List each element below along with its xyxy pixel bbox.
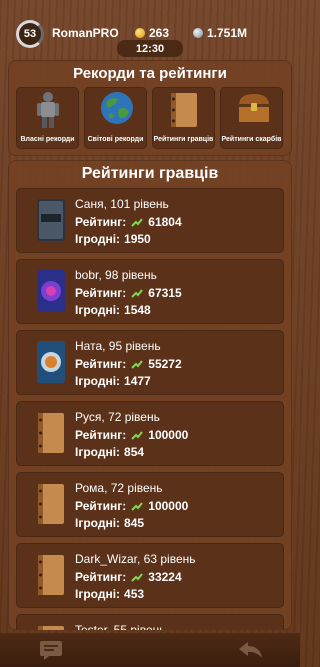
played-value: 453	[124, 587, 145, 601]
tile-label: Рейтинги гравців	[153, 136, 214, 143]
globe-icon	[101, 92, 133, 124]
player-rating-row[interactable]: Рома, 72 рівень Рейтинг: 100000 Ігродні: 845	[16, 472, 284, 537]
player-name-level: Dark_Wizar, 63 рівень	[75, 552, 196, 566]
rating-value: 100000	[148, 499, 189, 513]
trend-up-icon	[131, 218, 144, 227]
played-label: Ігродні:	[75, 374, 121, 388]
tile-treasure-ratings[interactable]: Рейтинги скарбів	[220, 87, 283, 149]
player-name[interactable]: RomanPRO	[52, 26, 119, 40]
rating-value: 100000	[148, 428, 189, 442]
gems-value: 1.751M	[207, 26, 248, 40]
rating-label: Рейтинг:	[75, 286, 127, 300]
coin-icon	[135, 28, 145, 38]
player-name-level: Рома, 72 рівень	[75, 481, 163, 495]
player-rating-row[interactable]: bobr, 98 рівень Рейтинг: 67315 Ігродні: 1548	[16, 259, 284, 324]
coins-value: 263	[149, 26, 170, 40]
records-panel: Рекорди та рейтинги Власні рекорди Світо…	[8, 60, 292, 156]
played-line: Ігродні: 1548	[75, 303, 151, 317]
player-name-level: Руся, 72 рівень	[75, 410, 160, 424]
ratings-list: Саня, 101 рівень Рейтинг: 61804 Ігродні: 195…	[16, 188, 284, 630]
tile-own-records[interactable]: Власні рекорди	[16, 87, 79, 149]
played-line: Ігродні: 854	[75, 445, 144, 459]
rating-value: 33224	[148, 570, 182, 584]
top-bar: 53 RomanPRO 263 1.751M 12:30	[0, 0, 300, 58]
tile-label: Рейтинги скарбів	[221, 136, 282, 143]
rating-line: Рейтинг: 55272	[75, 357, 182, 371]
trend-up-icon	[131, 289, 144, 298]
played-value: 1477	[124, 374, 151, 388]
book-icon	[171, 93, 197, 127]
player-rating-row[interactable]: Руся, 72 рівень Рейтинг: 100000 Ігродні: 854	[16, 401, 284, 466]
armor-figure-icon	[37, 92, 59, 128]
player-name-level: Tester, 55 рівень	[75, 623, 166, 630]
played-label: Ігродні:	[75, 516, 121, 530]
player-level-badge[interactable]: 53	[16, 20, 44, 48]
chat-icon[interactable]	[38, 639, 64, 661]
coins-counter[interactable]: 263	[135, 26, 169, 40]
tile-world-records[interactable]: Світові рекорди	[84, 87, 147, 149]
gems-counter[interactable]: 1.751M	[193, 26, 247, 40]
trend-up-icon	[131, 431, 144, 440]
player-ratings-panel: Рейтинги гравців Саня, 101 рівень Рейтинг…	[8, 160, 292, 630]
rating-line: Рейтинг: 100000	[75, 499, 188, 513]
played-label: Ігродні:	[75, 303, 121, 317]
player-name-level: Саня, 101 рівень	[75, 197, 169, 211]
played-line: Ігродні: 453	[75, 587, 144, 601]
played-line: Ігродні: 1950	[75, 232, 151, 246]
player-rating-row[interactable]: Tester, 55 рівеньРейтинг:Ігродні:	[16, 614, 284, 630]
treasure-chest-icon	[239, 94, 269, 122]
tile-label: Світові рекорди	[87, 136, 144, 143]
rating-line: Рейтинг: 61804	[75, 215, 182, 229]
rating-label: Рейтинг:	[75, 215, 127, 229]
rating-line: Рейтинг: 100000	[75, 428, 188, 442]
played-label: Ігродні:	[75, 232, 121, 246]
played-value: 1548	[124, 303, 151, 317]
player-name-level: Ната, 95 рівень	[75, 339, 161, 353]
rating-value: 61804	[148, 215, 182, 229]
played-value: 845	[124, 516, 145, 530]
rating-line: Рейтинг: 67315	[75, 286, 182, 300]
trend-up-icon	[131, 502, 144, 511]
player-rating-row[interactable]: Саня, 101 рівень Рейтинг: 61804 Ігродні: 195…	[16, 188, 284, 253]
trend-up-icon	[131, 573, 144, 582]
played-label: Ігродні:	[75, 445, 121, 459]
records-tiles: Власні рекорди Світові рекорди Рейтинги …	[16, 87, 283, 149]
player-name-level: bobr, 98 рівень	[75, 268, 157, 282]
ratings-title: Рейтинги гравців	[81, 165, 219, 182]
rating-value: 55272	[148, 357, 182, 371]
rating-label: Рейтинг:	[75, 357, 127, 371]
rating-label: Рейтинг:	[75, 570, 127, 584]
player-rating-row[interactable]: Ната, 95 рівень Рейтинг: 55272 Ігродні: 1477	[16, 330, 284, 395]
records-title: Рекорди та рейтинги	[73, 65, 227, 82]
trend-up-icon	[131, 360, 144, 369]
tile-player-ratings[interactable]: Рейтинги гравців	[152, 87, 215, 149]
played-value: 854	[124, 445, 145, 459]
bottom-bar	[0, 633, 300, 667]
played-value: 1950	[124, 232, 151, 246]
rating-label: Рейтинг:	[75, 499, 127, 513]
clock-badge: 12:30	[117, 40, 183, 57]
rating-line: Рейтинг: 33224	[75, 570, 182, 584]
tile-label: Власні рекорди	[20, 136, 75, 143]
played-line: Ігродні: 845	[75, 516, 144, 530]
rating-value: 67315	[148, 286, 182, 300]
played-label: Ігродні:	[75, 587, 121, 601]
back-arrow-icon[interactable]	[236, 639, 264, 661]
rating-label: Рейтинг:	[75, 428, 127, 442]
played-line: Ігродні: 1477	[75, 374, 151, 388]
gem-icon	[193, 28, 203, 38]
player-rating-row[interactable]: Dark_Wizar, 63 рівень Рейтинг: 33224 Ігродн…	[16, 543, 284, 608]
